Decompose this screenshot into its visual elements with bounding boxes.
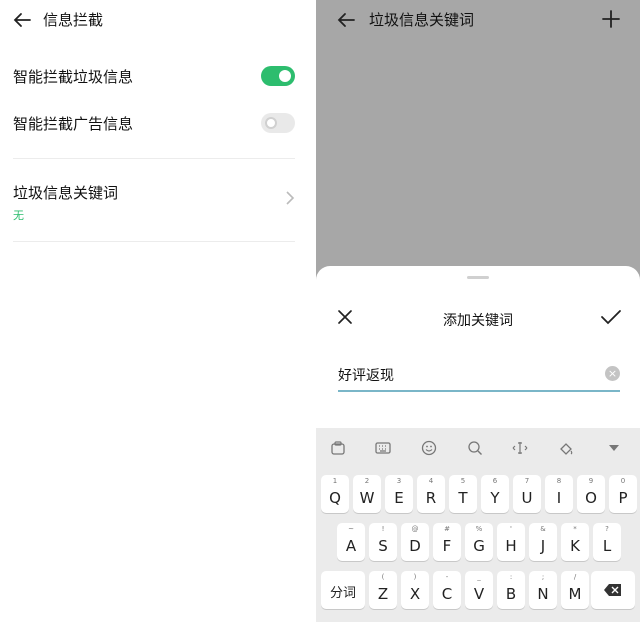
page-title: 垃圾信息关键词 <box>369 11 475 29</box>
key-u[interactable]: 7U <box>513 475 541 513</box>
page-title: 信息拦截 <box>43 11 104 29</box>
sheet-handle[interactable] <box>467 276 489 279</box>
add-icon[interactable] <box>600 8 622 30</box>
clear-input-icon[interactable]: × <box>605 366 620 381</box>
keyword-input[interactable]: 好评返现 × <box>338 362 620 392</box>
message-blocking-screen: 信息拦截 智能拦截垃圾信息 智能拦截广告信息 垃圾信息关键词 无 <box>0 0 316 622</box>
key-t[interactable]: 5T <box>449 475 477 513</box>
ad-filter-row[interactable]: 智能拦截广告信息 <box>13 113 295 135</box>
key-backspace[interactable] <box>591 571 635 609</box>
add-keyword-sheet: 添加关键词 好评返现 × 1Q 2 W 3 E 4 R 5 T 6 Y 7 U … <box>316 266 640 622</box>
key-l[interactable]: ? L <box>593 523 621 561</box>
ad-filter-toggle[interactable] <box>261 113 295 133</box>
key-segment[interactable]: 分词 <box>321 571 365 609</box>
key-d[interactable]: @ D <box>401 523 429 561</box>
spam-filter-label: 智能拦截垃圾信息 <box>13 68 134 86</box>
screen: 信息拦截 智能拦截垃圾信息 智能拦截广告信息 垃圾信息关键词 无 垃圾信息关键词 <box>0 0 640 622</box>
key-y[interactable]: 6Y <box>481 475 509 513</box>
confirm-check-icon[interactable] <box>600 308 622 326</box>
key-m[interactable]: / M <box>561 571 589 609</box>
spam-keywords-row[interactable]: 垃圾信息关键词 无 <box>13 182 295 222</box>
key-x[interactable]: ) X <box>401 571 429 609</box>
key-s[interactable]: ! S <box>369 523 397 561</box>
back-arrow-icon[interactable] <box>10 8 34 32</box>
keyword-input-value[interactable]: 好评返现 <box>338 365 394 385</box>
key-k[interactable]: * K <box>561 523 589 561</box>
chevron-right-icon <box>286 191 295 205</box>
key-i[interactable]: 8I <box>545 475 573 513</box>
key-j[interactable]: & J <box>529 523 557 561</box>
key-z[interactable]: (Z <box>369 571 397 609</box>
key-g[interactable]: % G <box>465 523 493 561</box>
keyboard-toolbar <box>316 428 640 468</box>
key-c[interactable]: -C <box>433 571 461 609</box>
spam-filter-toggle[interactable] <box>261 66 295 86</box>
backspace-icon <box>604 584 621 596</box>
collapse-keyboard-icon[interactable] <box>606 440 622 456</box>
sheet-title: 添加关键词 <box>443 313 513 329</box>
divider <box>13 241 295 242</box>
search-icon[interactable] <box>467 440 483 456</box>
ad-filter-label: 智能拦截广告信息 <box>13 115 134 133</box>
key-o[interactable]: 9O <box>577 475 605 513</box>
key-p[interactable]: 0P <box>609 475 637 513</box>
key-f[interactable]: # F <box>433 523 461 561</box>
theme-paint-icon[interactable] <box>558 440 574 456</box>
key-e[interactable]: 3E <box>385 475 413 513</box>
key-r[interactable]: 4R <box>417 475 445 513</box>
key-b[interactable]: :B <box>497 571 525 609</box>
keyboard-icon[interactable] <box>375 440 391 456</box>
emoji-icon[interactable] <box>421 440 437 456</box>
key-a[interactable]: ~ A <box>337 523 365 561</box>
spam-keywords-label: 垃圾信息关键词 <box>13 184 119 202</box>
key-h[interactable]: ' H <box>497 523 525 561</box>
spam-filter-row[interactable]: 智能拦截垃圾信息 <box>13 66 295 88</box>
key-n[interactable]: ; N <box>529 571 557 609</box>
divider <box>13 158 295 159</box>
cursor-move-icon[interactable] <box>512 440 528 456</box>
key-v[interactable]: _ V <box>465 571 493 609</box>
keyboard: 1Q 2W 3E 4R 5T 6Y 7U 8I 9O 0P ~ A ! S @ D #… <box>316 428 640 622</box>
spam-keywords-screen: 垃圾信息关键词 添加关键词 好评返现 × 1 Q 2 W 3 E 4 R 5 T… <box>316 0 640 622</box>
key-q[interactable]: 1Q <box>321 475 349 513</box>
key-w[interactable]: 2W <box>353 475 381 513</box>
clipboard-icon[interactable] <box>330 440 346 456</box>
back-arrow-icon[interactable] <box>334 8 358 32</box>
spam-keywords-value: 无 <box>13 209 24 222</box>
